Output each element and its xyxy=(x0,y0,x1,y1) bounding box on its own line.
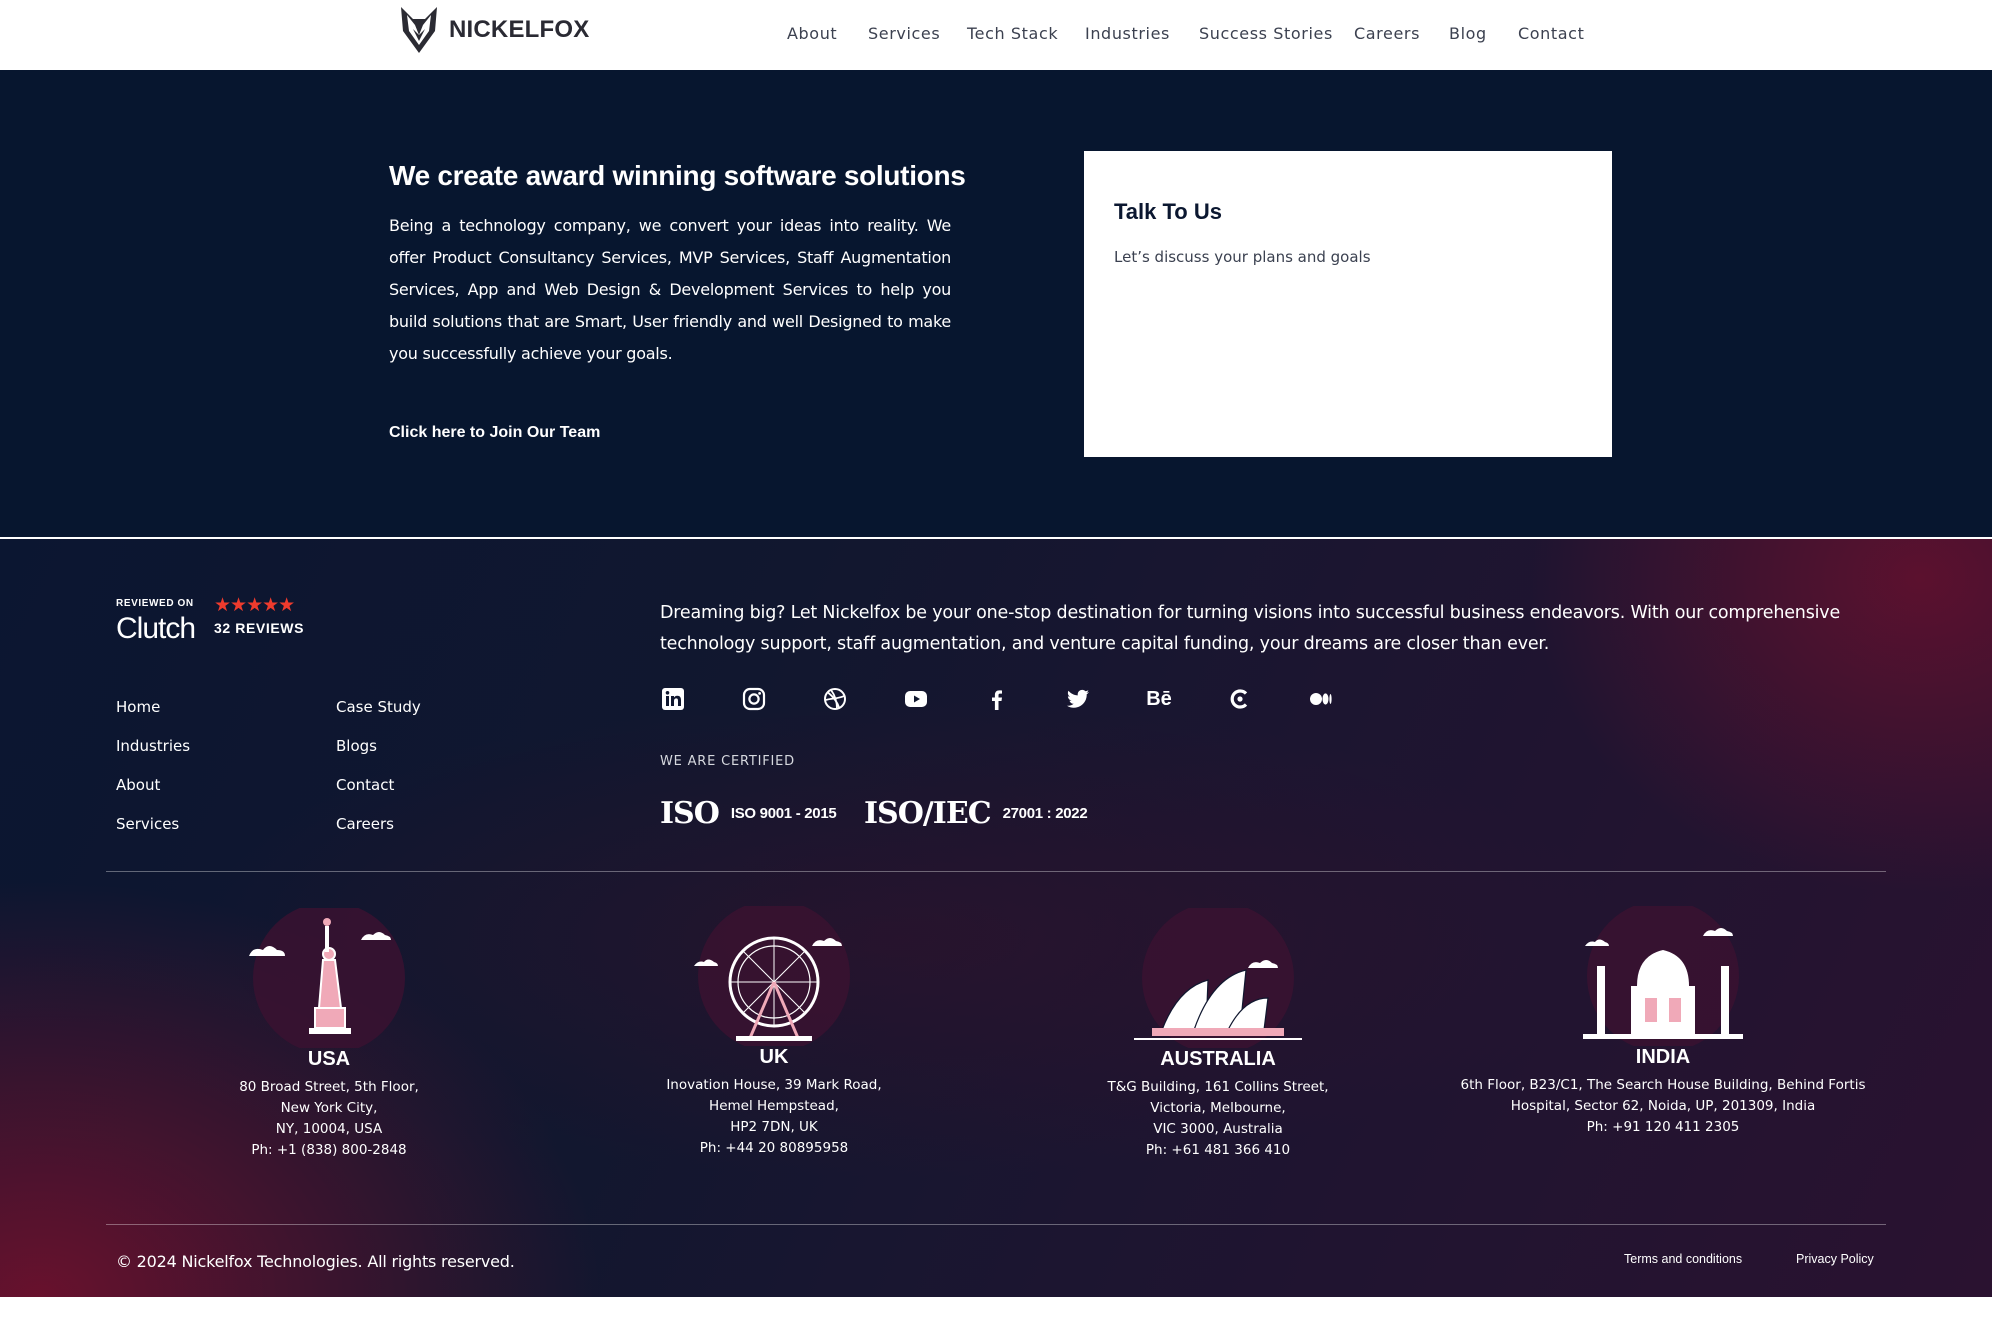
footer-divider xyxy=(106,871,1886,872)
footer-link-careers[interactable]: Careers xyxy=(336,815,394,833)
brand-name: NICKELFOX xyxy=(449,16,590,43)
hero-section: We create award winning software solutio… xyxy=(0,70,1992,537)
footer-link-industries[interactable]: Industries xyxy=(116,737,190,755)
footer-link-about[interactable]: About xyxy=(116,776,160,794)
office-australia: AUSTRALIA T&G Building, 161 Collins Stre… xyxy=(1008,908,1428,1161)
privacy-link[interactable]: Privacy Policy xyxy=(1796,1252,1874,1266)
dribbble-icon[interactable] xyxy=(822,686,848,712)
copyright-text: © 2024 Nickelfox Technologies. All right… xyxy=(116,1252,515,1271)
office-india: INDIA 6th Floor, B23/C1, The Search Hous… xyxy=(1453,906,1873,1138)
nav-tech-stack[interactable]: Tech Stack xyxy=(967,24,1058,43)
office-address: 80 Broad Street, 5th Floor, New York Cit… xyxy=(239,1079,419,1158)
behance-icon[interactable]: Bē xyxy=(1146,686,1172,712)
nav-contact[interactable]: Contact xyxy=(1518,24,1584,43)
office-address: T&G Building, 161 Collins Street, Victor… xyxy=(1107,1079,1329,1158)
office-name: USA xyxy=(307,1048,351,1070)
clutch-review-count: 32 REVIEWS xyxy=(214,620,305,636)
footer-tagline: Dreaming big? Let Nickelfox be your one-… xyxy=(660,603,1841,654)
footer-link-case-study[interactable]: Case Study xyxy=(336,698,421,716)
instagram-icon[interactable] xyxy=(741,686,767,712)
footer-bottom-divider xyxy=(106,1224,1886,1225)
nav-industries[interactable]: Industries xyxy=(1085,24,1170,43)
footer-top-border xyxy=(0,538,1992,539)
hero-title: We create award winning software solutio… xyxy=(389,160,966,191)
office-name: INDIA xyxy=(1635,1046,1691,1068)
iso-27001-code: 27001 : 2022 xyxy=(1002,804,1088,822)
talk-subtitle: Let’s discuss your plans and goals xyxy=(1114,248,1371,266)
office-uk: UK Inovation House, 39 Mark Road, Hemel … xyxy=(564,906,984,1159)
nav-careers[interactable]: Careers xyxy=(1354,24,1420,43)
iso-9001-certificate: ISO ISO 9001 - 2015 xyxy=(660,788,837,838)
taj-mahal-icon xyxy=(1583,906,1743,1046)
sydney-opera-house-icon xyxy=(1134,908,1302,1048)
fox-logo-icon xyxy=(401,7,437,53)
clutch-reviewed-on: REVIEWED ON xyxy=(116,598,194,609)
iso-9001-code: ISO 9001 - 2015 xyxy=(730,804,837,822)
site-footer: REVIEWED ON Clutch ★★★★★ 32 REVIEWS Home… xyxy=(0,538,1992,1297)
certified-label: WE ARE CERTIFIED xyxy=(660,754,795,769)
talk-title: Talk To Us xyxy=(1114,199,1222,224)
iso-logo: ISO xyxy=(660,795,720,831)
rating-stars-icon: ★★★★★ xyxy=(214,595,295,616)
clutch-icon[interactable] xyxy=(1227,686,1253,712)
footer-link-blogs[interactable]: Blogs xyxy=(336,737,377,755)
talk-to-us-card: Talk To Us Let’s discuss your plans and … xyxy=(1084,151,1612,457)
office-name: UK xyxy=(759,1046,789,1068)
brand-logo[interactable]: NICKELFOX xyxy=(399,4,589,56)
office-address: Inovation House, 39 Mark Road, Hemel Hem… xyxy=(666,1077,882,1156)
iso-27001-certificate: ISO/IEC 27001 : 2022 xyxy=(864,788,1088,838)
iso-iec-logo: ISO/IEC xyxy=(864,795,992,831)
site-header: NICKELFOX About Services Tech Stack Indu… xyxy=(0,0,1992,70)
nav-blog[interactable]: Blog xyxy=(1449,24,1487,43)
facebook-icon[interactable] xyxy=(984,686,1010,712)
hero-description: Being a technology company, we convert y… xyxy=(389,216,951,363)
office-usa: USA 80 Broad Street, 5th Floor, New York… xyxy=(119,908,539,1161)
nav-success-stories[interactable]: Success Stories xyxy=(1199,24,1333,43)
terms-link[interactable]: Terms and conditions xyxy=(1624,1252,1742,1266)
london-eye-icon xyxy=(694,906,850,1046)
nav-services[interactable]: Services xyxy=(868,24,940,43)
footer-link-home[interactable]: Home xyxy=(116,698,160,716)
join-team-link[interactable]: Click here to Join Our Team xyxy=(389,424,600,442)
footer-link-contact[interactable]: Contact xyxy=(336,776,394,794)
youtube-icon[interactable] xyxy=(903,686,929,712)
clutch-logo: Clutch xyxy=(116,612,196,645)
footer-link-services[interactable]: Services xyxy=(116,815,179,833)
statue-of-liberty-icon xyxy=(249,908,405,1048)
clutch-badge[interactable]: REVIEWED ON Clutch ★★★★★ 32 REVIEWS xyxy=(116,595,316,648)
twitter-icon[interactable] xyxy=(1065,686,1091,712)
office-address: 6th Floor, B23/C1, The Search House Buil… xyxy=(1460,1077,1866,1135)
nav-about[interactable]: About xyxy=(787,24,837,43)
linkedin-icon[interactable] xyxy=(660,686,686,712)
office-name: AUSTRALIA xyxy=(1160,1048,1276,1070)
medium-icon[interactable] xyxy=(1308,686,1334,712)
